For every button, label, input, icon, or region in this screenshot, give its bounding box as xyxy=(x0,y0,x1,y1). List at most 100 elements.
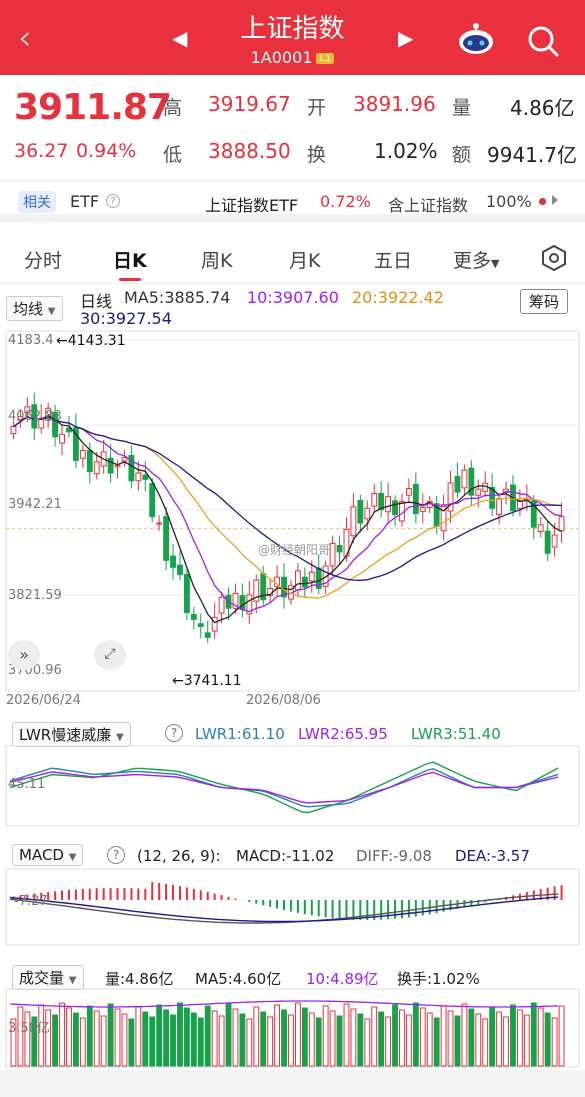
dropdown-caret-icon: ▼ xyxy=(116,732,124,743)
more-arrow-icon[interactable] xyxy=(552,195,558,205)
candle-body xyxy=(385,496,392,513)
candle-body xyxy=(149,483,156,518)
volume-bar xyxy=(267,1016,274,1067)
volume-bar xyxy=(142,1011,149,1067)
y-label-3: 3942.21 xyxy=(8,497,62,512)
volume-y-label: 3.58亿 xyxy=(8,1021,50,1036)
macd-chart[interactable] xyxy=(0,868,585,948)
tab-month-k[interactable]: 月K xyxy=(289,246,320,273)
low-label: 低 xyxy=(163,144,183,166)
candle-body xyxy=(197,623,204,628)
candle-body xyxy=(204,632,211,638)
dropdown-caret-icon: ▼ xyxy=(68,975,77,986)
lwr-chart[interactable] xyxy=(0,745,585,835)
tab-five-day[interactable]: 五日 xyxy=(374,246,412,273)
volume-value: 4.86亿 xyxy=(510,96,575,120)
volume-select[interactable]: 成交量 ▼ xyxy=(12,965,84,990)
volume-bar xyxy=(301,1007,308,1067)
volume-bar xyxy=(204,1005,211,1067)
candle-body xyxy=(412,483,419,515)
low-marker: ←3741.11 xyxy=(172,673,242,689)
volume-chart[interactable] xyxy=(0,988,585,1070)
candle-body xyxy=(218,596,225,614)
high-value: 3919.67 xyxy=(208,92,291,116)
tab-more[interactable]: 更多▼ xyxy=(453,246,499,273)
watermark: @财经朝阳哥 xyxy=(258,543,331,557)
volume-bar xyxy=(392,1004,398,1067)
level-badge: L1 xyxy=(316,53,335,64)
candle-body xyxy=(558,516,565,532)
candle-body xyxy=(93,461,100,475)
volume-bar xyxy=(343,1003,350,1067)
candle-body xyxy=(551,534,558,548)
volume-bar xyxy=(156,1004,163,1067)
volume-bar xyxy=(239,1013,246,1067)
volume-turnover: 换手:1.02% xyxy=(397,970,480,988)
candle-body xyxy=(537,524,544,532)
volume-bar xyxy=(385,1016,392,1067)
tab-week-k[interactable]: 周K xyxy=(201,246,232,273)
volume-bar xyxy=(79,1017,86,1067)
indicator-select[interactable]: 均线 ▼ xyxy=(6,296,63,321)
candle-body xyxy=(10,426,17,435)
robot-icon[interactable] xyxy=(456,22,496,56)
help-icon[interactable]: ? xyxy=(107,846,125,864)
macd-select[interactable]: MACD ▼ xyxy=(12,844,84,866)
volume-bar xyxy=(253,1006,260,1067)
candle-body xyxy=(329,542,336,567)
volume-bar xyxy=(551,1017,558,1067)
volume-bar xyxy=(114,1008,121,1067)
dropdown-caret-icon: ▼ xyxy=(47,306,56,317)
top-bar: ‹ ◀ 上证指数 1A0001 L1 ▶ xyxy=(0,0,585,75)
settings-hexagon-icon[interactable] xyxy=(540,244,568,272)
dea-value: DEA:-3.57 xyxy=(455,847,530,865)
ma-line xyxy=(13,415,562,599)
volume-bar xyxy=(86,1005,93,1067)
info-icon[interactable]: ? xyxy=(106,194,120,208)
volume-bar xyxy=(426,1012,433,1067)
tab-fenshi[interactable]: 分时 xyxy=(24,246,62,273)
volume-ma10: 10:4.89亿 xyxy=(306,970,379,988)
lwr-select[interactable]: LWR慢速威廉 ▼ xyxy=(12,722,131,747)
etf-name[interactable]: 上证指数ETF xyxy=(205,192,298,216)
tab-more-label: 更多 xyxy=(453,250,492,272)
lwr-y-label: 45.11 xyxy=(8,777,46,792)
open-value: 3891.96 xyxy=(353,92,436,116)
volume-label: 量 xyxy=(452,97,472,119)
dot-indicator-icon xyxy=(539,198,546,205)
volume-bar xyxy=(544,1012,551,1067)
stock-code: 1A0001 L1 xyxy=(0,48,585,67)
volume-bar xyxy=(274,1004,281,1067)
volume-bar xyxy=(357,1013,364,1067)
volume-bar xyxy=(440,1005,447,1067)
volume-bar xyxy=(288,1014,294,1067)
candle-body xyxy=(211,616,218,632)
candle-body xyxy=(301,576,308,588)
volume-bar xyxy=(232,1008,239,1067)
volume-bar xyxy=(72,1012,79,1067)
help-icon[interactable]: ? xyxy=(165,724,183,742)
tab-day-k[interactable]: 日K xyxy=(113,246,147,281)
next-triangle-icon[interactable]: ▶ xyxy=(398,26,413,50)
hold-text: 含上证指数 xyxy=(388,196,469,215)
volume-bar xyxy=(59,1002,65,1067)
volume-bar xyxy=(433,1017,440,1067)
ma5-legend: MA5:3885.74 xyxy=(124,288,231,307)
volume-ma5: MA5:4.60亿 xyxy=(195,970,282,988)
volume-bar xyxy=(468,1008,475,1067)
volume-bar xyxy=(516,1009,523,1067)
last-price: 3911.87 xyxy=(14,87,172,128)
chips-button[interactable]: 筹码 xyxy=(520,289,569,314)
search-icon[interactable] xyxy=(526,24,560,58)
expand-arrows-icon[interactable]: » xyxy=(8,640,40,670)
candlestick-chart[interactable] xyxy=(0,330,585,710)
amount-label: 额 xyxy=(452,144,472,166)
volume-bar xyxy=(537,1007,544,1067)
date-mid: 2026/08/06 xyxy=(246,693,321,708)
candle-body xyxy=(371,492,378,507)
related-bar[interactable]: 相关 ETF ? 上证指数ETF 0.72% 含上证指数 100% xyxy=(0,180,585,222)
volume-bar xyxy=(218,1015,225,1067)
fullscreen-icon[interactable]: ⤢ xyxy=(94,640,126,670)
volume-bar xyxy=(128,1018,135,1067)
volume-label: 成交量 xyxy=(19,969,65,987)
